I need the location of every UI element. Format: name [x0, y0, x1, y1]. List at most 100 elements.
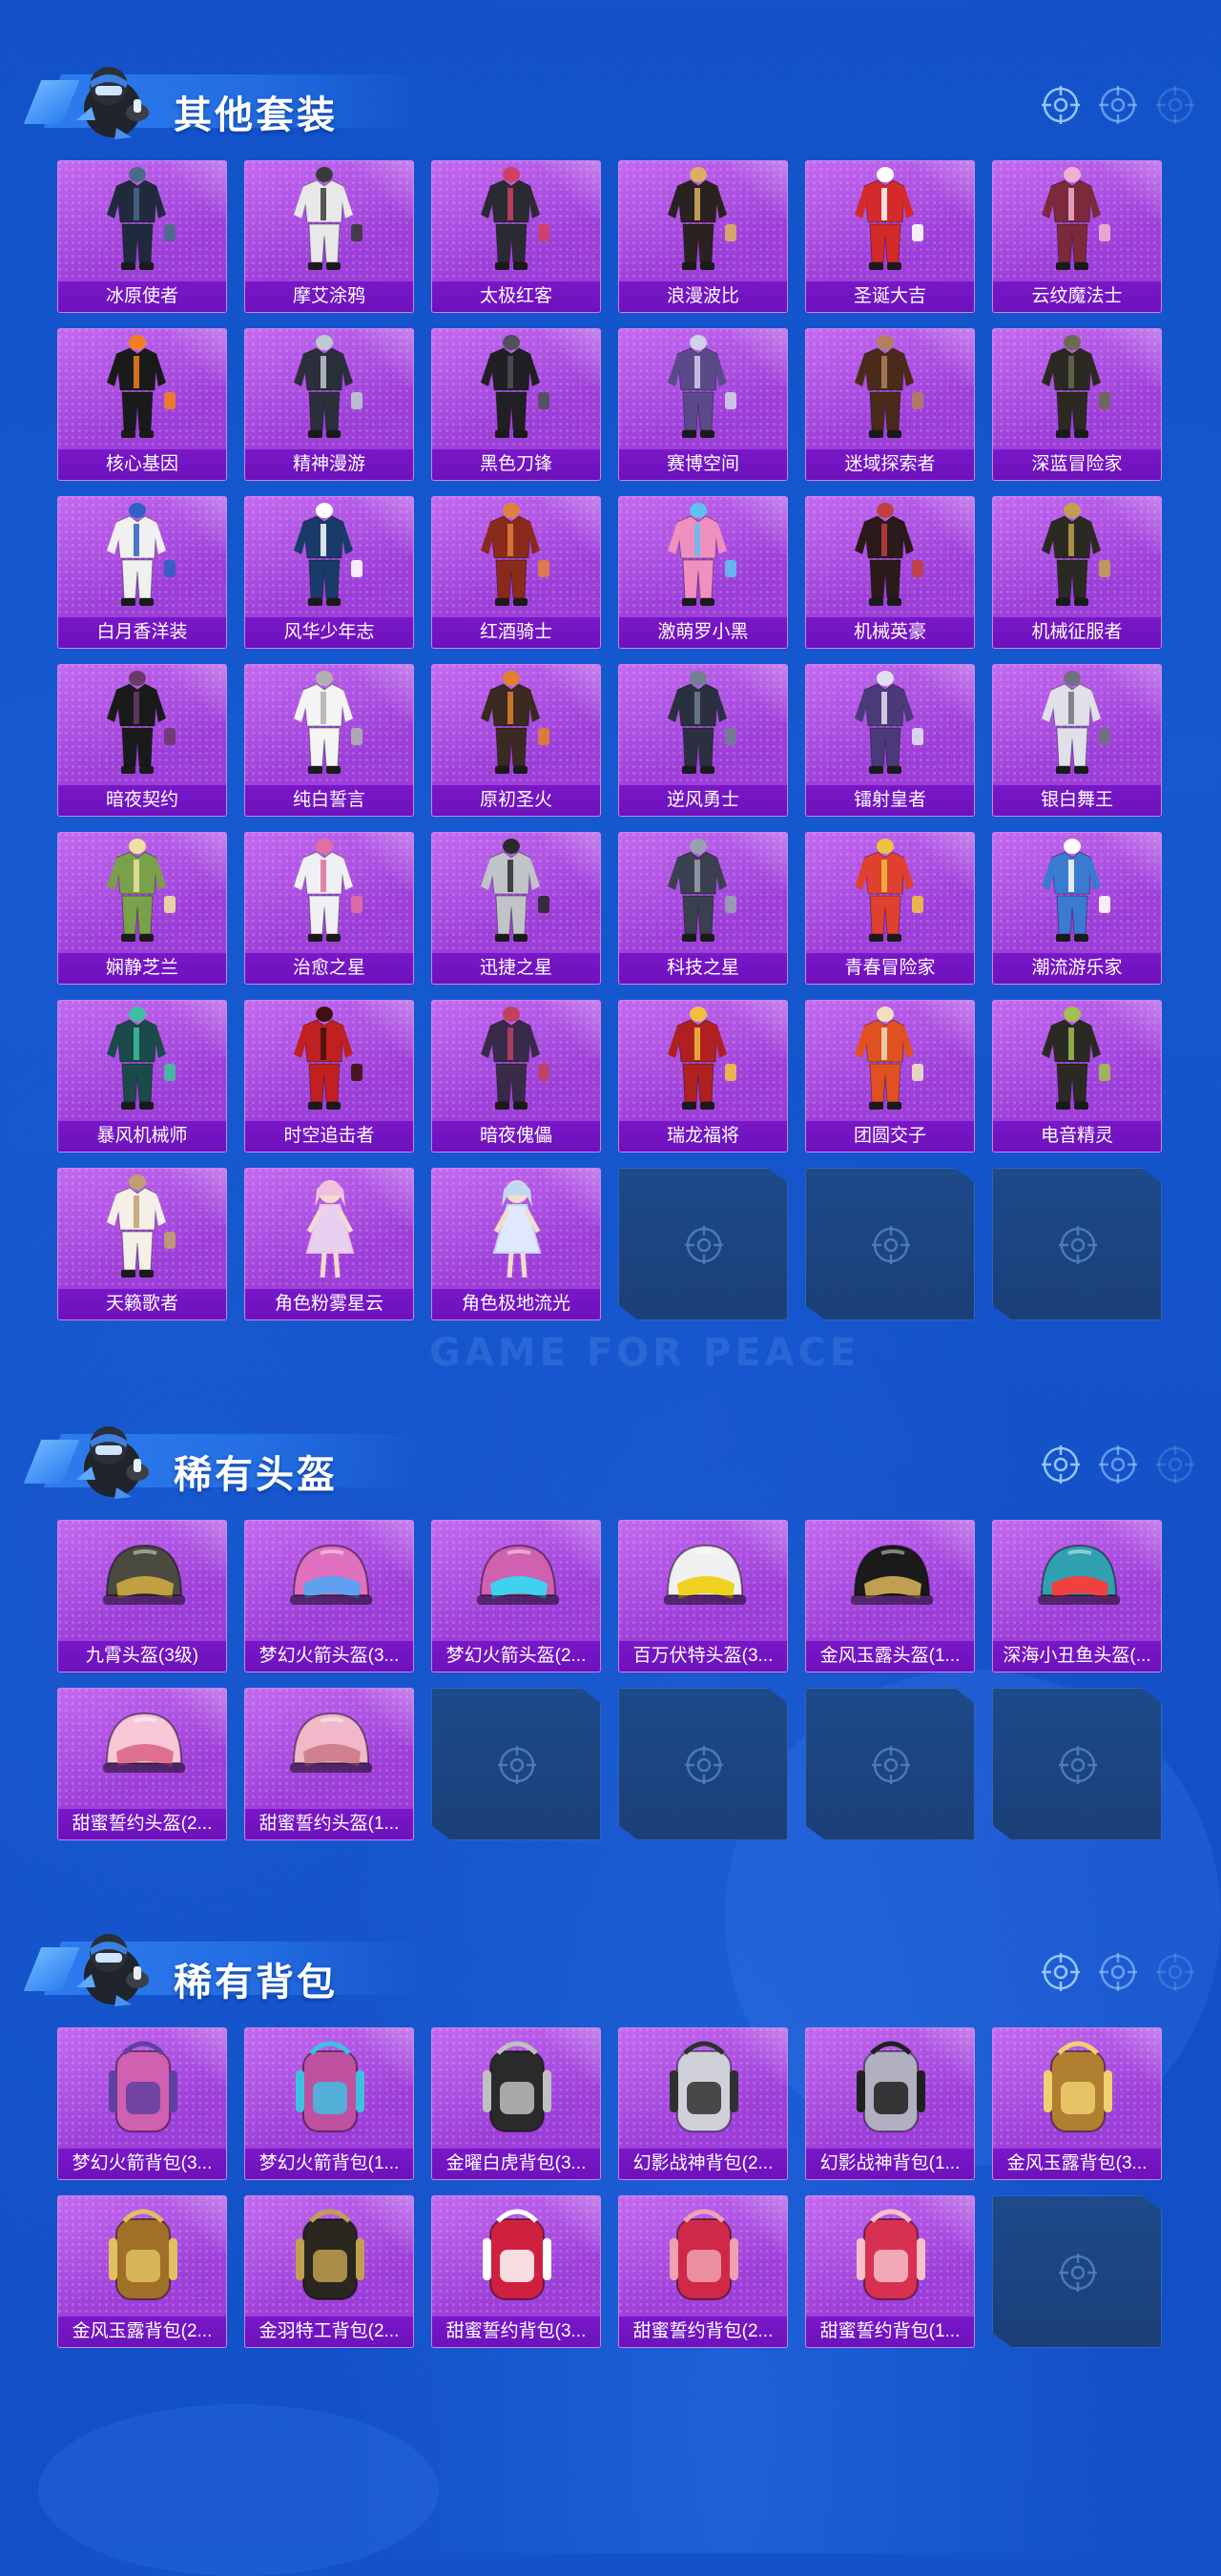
item-card[interactable]: 激萌罗小黑 [618, 496, 788, 649]
item-card[interactable]: 甜蜜誓约头盔(2... [57, 1688, 227, 1840]
item-name: 冰原使者 [58, 281, 226, 312]
item-name: 红酒骑士 [432, 617, 600, 648]
item-name: 机械征服者 [993, 617, 1161, 648]
item-card[interactable]: 瑞龙福将 [618, 1000, 788, 1153]
item-card[interactable]: 金风玉露背包(3... [992, 2027, 1162, 2180]
item-card[interactable]: 九霄头盔(3级) [57, 1520, 227, 1672]
section-title: 稀有背包 [174, 1962, 338, 2004]
item-card[interactable]: 白月香洋装 [57, 496, 227, 649]
item-card[interactable]: 治愈之星 [244, 832, 414, 985]
item-card[interactable]: 银白舞王 [992, 664, 1162, 817]
item-card[interactable]: 暗夜傀儡 [431, 1000, 601, 1153]
item-card[interactable]: 机械英豪 [805, 496, 975, 649]
item-card[interactable]: 冰原使者 [57, 160, 227, 313]
item-name: 娴静芝兰 [58, 953, 226, 984]
outfit-image [282, 1005, 378, 1117]
item-card[interactable]: 黑色刀锋 [431, 328, 601, 481]
item-card[interactable]: 团圆交子 [805, 1000, 975, 1153]
item-card[interactable]: 太极红客 [431, 160, 601, 313]
item-card[interactable]: 科技之星 [618, 832, 788, 985]
item-card[interactable]: 赛博空间 [618, 328, 788, 481]
item-card[interactable]: 甜蜜誓约头盔(1... [244, 1688, 414, 1840]
target-icons [1040, 1951, 1202, 1995]
section-title: 其他套装 [174, 94, 338, 136]
outfit-image [843, 501, 939, 613]
outfit-image [469, 837, 565, 949]
item-name: 金风玉露背包(2... [58, 2316, 226, 2347]
item-card[interactable]: 幻影战神背包(2... [618, 2027, 788, 2180]
item-card[interactable]: 云纹魔法士 [992, 160, 1162, 313]
item-card[interactable]: 角色粉雾星云 [244, 1168, 414, 1320]
item-card[interactable]: 甜蜜誓约背包(2... [618, 2195, 788, 2348]
item-name: 甜蜜誓约头盔(1... [245, 1809, 413, 1839]
item-card[interactable]: 电音精灵 [992, 1000, 1162, 1153]
crosshair-icon [1154, 1951, 1196, 1993]
item-card[interactable]: 娴静芝兰 [57, 832, 227, 985]
item-card[interactable]: 金曜白虎背包(3... [431, 2027, 601, 2180]
item-card[interactable]: 梦幻火箭头盔(2... [431, 1520, 601, 1672]
item-card[interactable]: 金羽特工背包(2... [244, 2195, 414, 2348]
item-name: 暴风机械师 [58, 1121, 226, 1152]
item-card[interactable]: 天籁歌者 [57, 1168, 227, 1320]
crosshair-icon [1040, 1951, 1082, 1993]
item-card[interactable]: 幻影战神背包(1... [805, 2027, 975, 2180]
item-card[interactable]: 梦幻火箭背包(1... [244, 2027, 414, 2180]
item-card[interactable]: 迅捷之星 [431, 832, 601, 985]
item-card[interactable]: 精神漫游 [244, 328, 414, 481]
item-card[interactable]: 青春冒险家 [805, 832, 975, 985]
item-card[interactable]: 红酒骑士 [431, 496, 601, 649]
empty-slot [618, 1168, 788, 1320]
item-card[interactable]: 角色极地流光 [431, 1168, 601, 1320]
empty-slot [992, 1168, 1162, 1320]
item-card[interactable]: 摩艾涂鸦 [244, 160, 414, 313]
outfit-image [95, 837, 191, 949]
item-card[interactable]: 迷域探索者 [805, 328, 975, 481]
item-card[interactable]: 甜蜜誓约背包(3... [431, 2195, 601, 2348]
item-card[interactable]: 百万伏特头盔(3... [618, 1520, 788, 1672]
item-name: 甜蜜誓约背包(3... [432, 2316, 600, 2347]
outfit-image [843, 1005, 939, 1117]
outfit-image [469, 501, 565, 613]
outfit-image [656, 837, 752, 949]
item-card[interactable]: 核心基因 [57, 328, 227, 481]
item-card[interactable]: 纯白誓言 [244, 664, 414, 817]
item-name: 梦幻火箭头盔(2... [432, 1641, 600, 1672]
item-card[interactable]: 深海小丑鱼头盔(... [992, 1520, 1162, 1672]
item-card[interactable]: 风华少年志 [244, 496, 414, 649]
item-card[interactable]: 镭射皇者 [805, 664, 975, 817]
item-name: 纯白誓言 [245, 785, 413, 816]
item-card[interactable]: 圣诞大吉 [805, 160, 975, 313]
item-card[interactable]: 机械征服者 [992, 496, 1162, 649]
helmet-image [282, 1693, 378, 1805]
item-card[interactable]: 梦幻火箭背包(3... [57, 2027, 227, 2180]
empty-slot [992, 1688, 1162, 1840]
crosshair-icon [870, 1224, 912, 1266]
item-name: 深蓝冒险家 [993, 449, 1161, 480]
item-name: 梦幻火箭背包(1... [245, 2149, 413, 2179]
item-card[interactable]: 金风玉露背包(2... [57, 2195, 227, 2348]
item-card[interactable]: 梦幻火箭头盔(3... [244, 1520, 414, 1672]
item-card[interactable]: 暴风机械师 [57, 1000, 227, 1153]
mascot-icon [57, 1413, 162, 1505]
outfit-image [95, 1173, 191, 1285]
item-card[interactable]: 深蓝冒险家 [992, 328, 1162, 481]
item-card[interactable]: 甜蜜誓约背包(1... [805, 2195, 975, 2348]
item-card[interactable]: 金风玉露头盔(1... [805, 1520, 975, 1672]
helmet-image [656, 1525, 752, 1637]
backpack-image [656, 2200, 752, 2313]
backpack-image [282, 2032, 378, 2145]
outfit-image [282, 837, 378, 949]
item-name: 深海小丑鱼头盔(... [993, 1641, 1161, 1672]
outfit-image [656, 165, 752, 278]
item-card[interactable]: 原初圣火 [431, 664, 601, 817]
item-card[interactable]: 时空追击者 [244, 1000, 414, 1153]
outfit-image [95, 501, 191, 613]
item-name: 核心基因 [58, 449, 226, 480]
section-header: 其他套装 [23, 48, 1202, 143]
outfit-image [656, 1005, 752, 1117]
item-card[interactable]: 潮流游乐家 [992, 832, 1162, 985]
item-card[interactable]: 逆风勇士 [618, 664, 788, 817]
item-card[interactable]: 浪漫波比 [618, 160, 788, 313]
helmet-image [282, 1525, 378, 1637]
item-card[interactable]: 暗夜契约 [57, 664, 227, 817]
